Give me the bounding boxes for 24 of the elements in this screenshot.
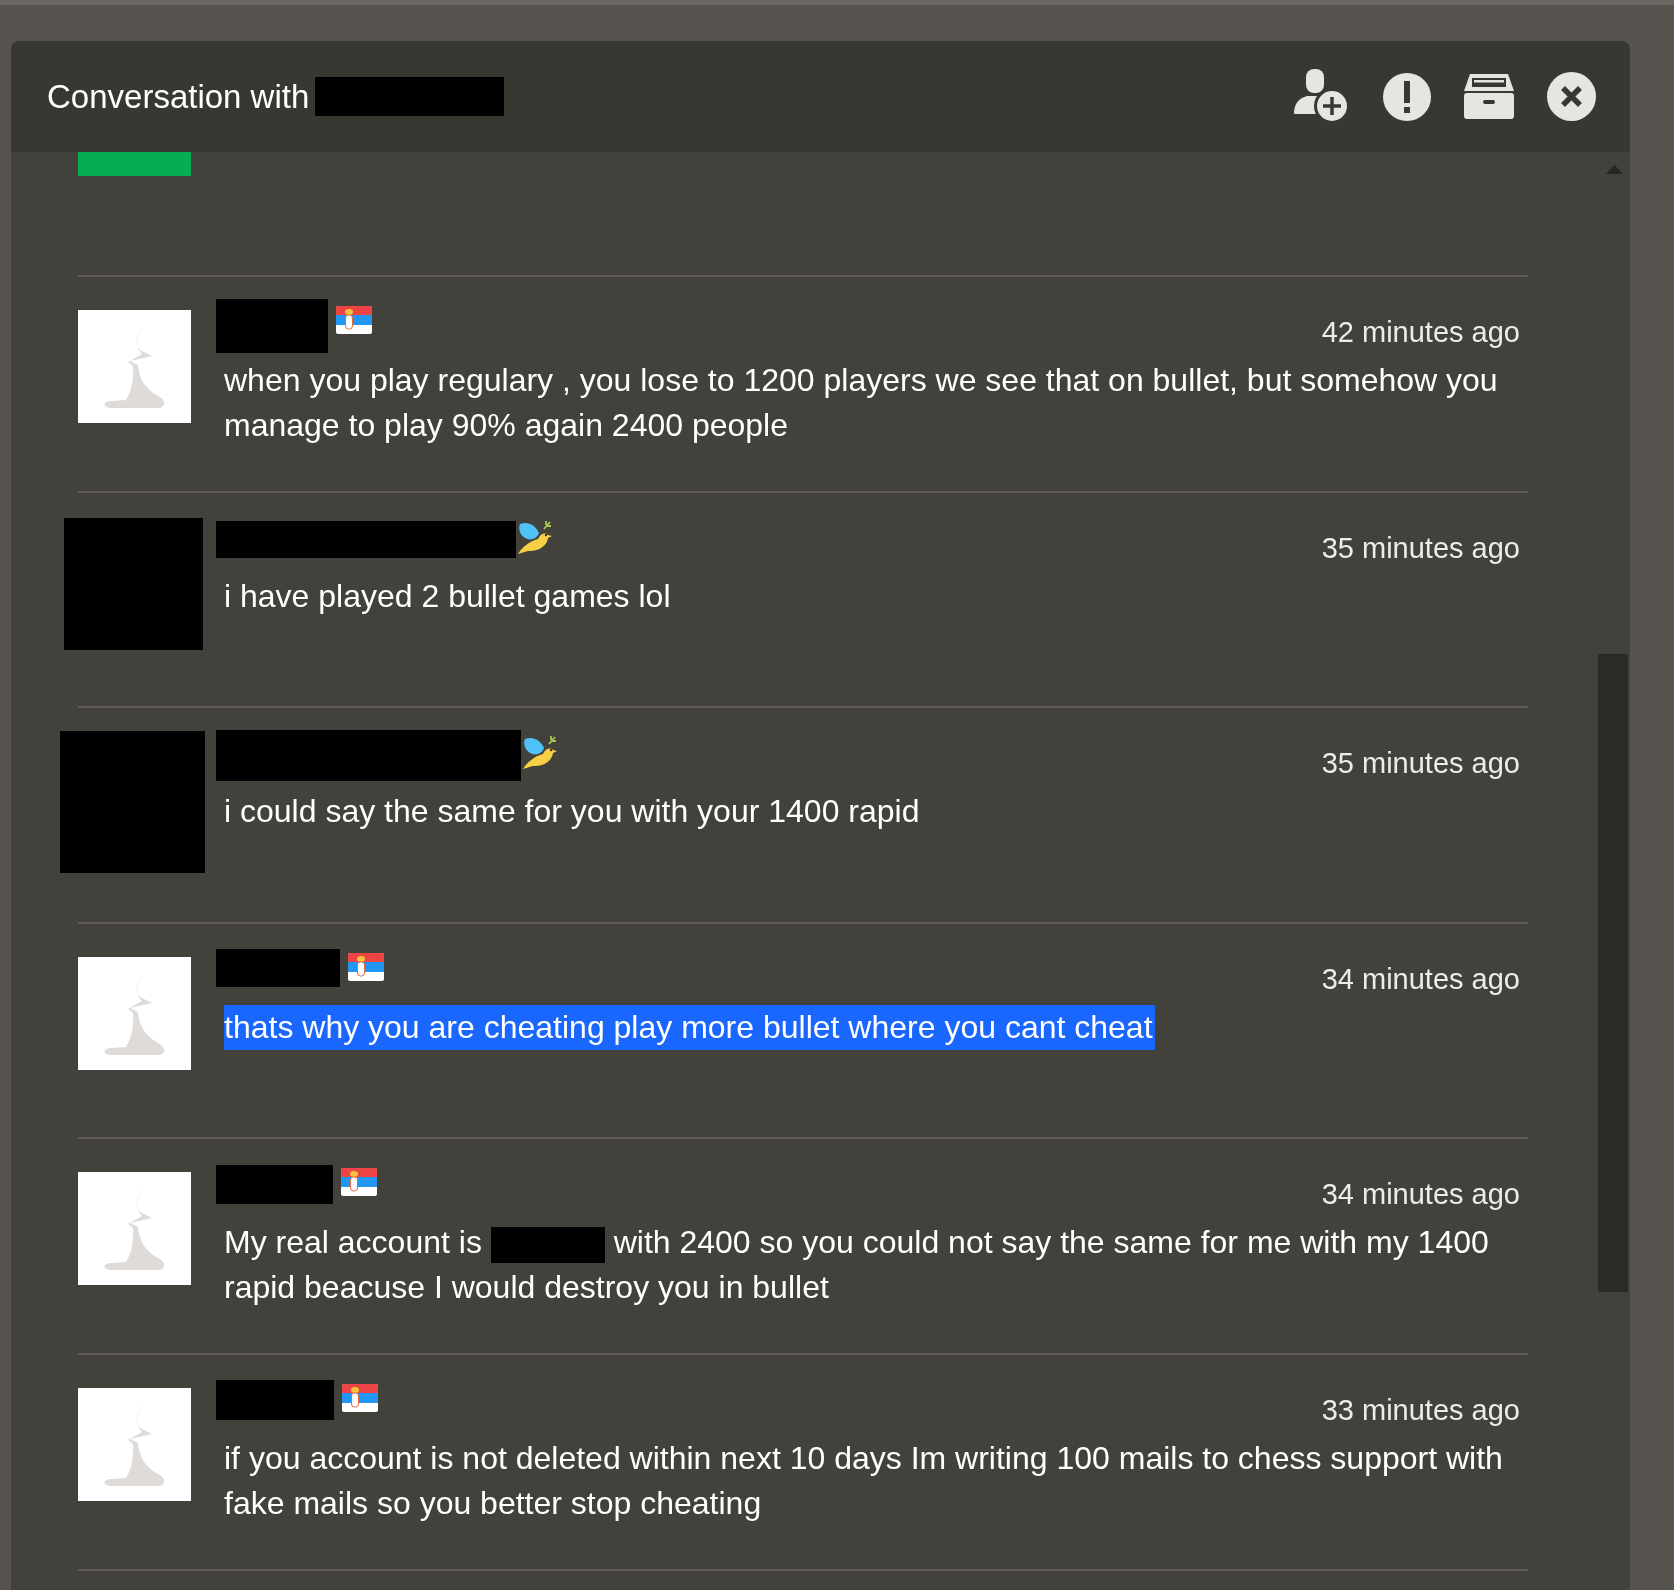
timestamp: 33 minutes ago (1321, 1392, 1520, 1428)
message-text: i could say the same for you with your 1400 rapid (224, 792, 920, 832)
timestamp: 35 minutes ago (1321, 746, 1520, 782)
message-text: i have played 2 bullet games lol (224, 576, 671, 616)
scrollbar-thumb[interactable] (1598, 654, 1628, 1292)
add-user-icon[interactable] (1294, 69, 1350, 124)
timestamp: 42 minutes ago (1321, 315, 1520, 350)
timestamp: 35 minutes ago (1321, 530, 1520, 566)
bird-icon (517, 519, 552, 555)
bird-icon (522, 735, 557, 771)
exclamation-icon[interactable] (1383, 72, 1431, 121)
flag-icon (341, 1168, 377, 1197)
message-text: when you play regulary , you lose to 1200 players we see that on bullet, but somehow you manage to play 90% again 2400 people (224, 361, 1499, 445)
timestamp: 34 minutes ago (1321, 961, 1520, 997)
flag-icon (342, 1383, 378, 1412)
close-icon[interactable] (1547, 72, 1596, 121)
flag-icon (336, 306, 372, 334)
message-text: My real account is with 2400 so you could not say the same for me with my 1400 rapid beacuse I would destroy you in bullet (224, 1223, 1490, 1308)
dialog-title: Conversation with (47, 76, 310, 117)
flag-icon (348, 952, 384, 981)
archive-box-icon[interactable] (1464, 74, 1514, 119)
timestamp: 34 minutes ago (1321, 1177, 1520, 1213)
message-text: thats why you are cheating play more bullet where you cant cheat (224, 1004, 1155, 1050)
message-text: if you account is not deleted within next 10 days Im writing 100 mails to chess support with fake mails so you better stop cheating (224, 1438, 1504, 1523)
